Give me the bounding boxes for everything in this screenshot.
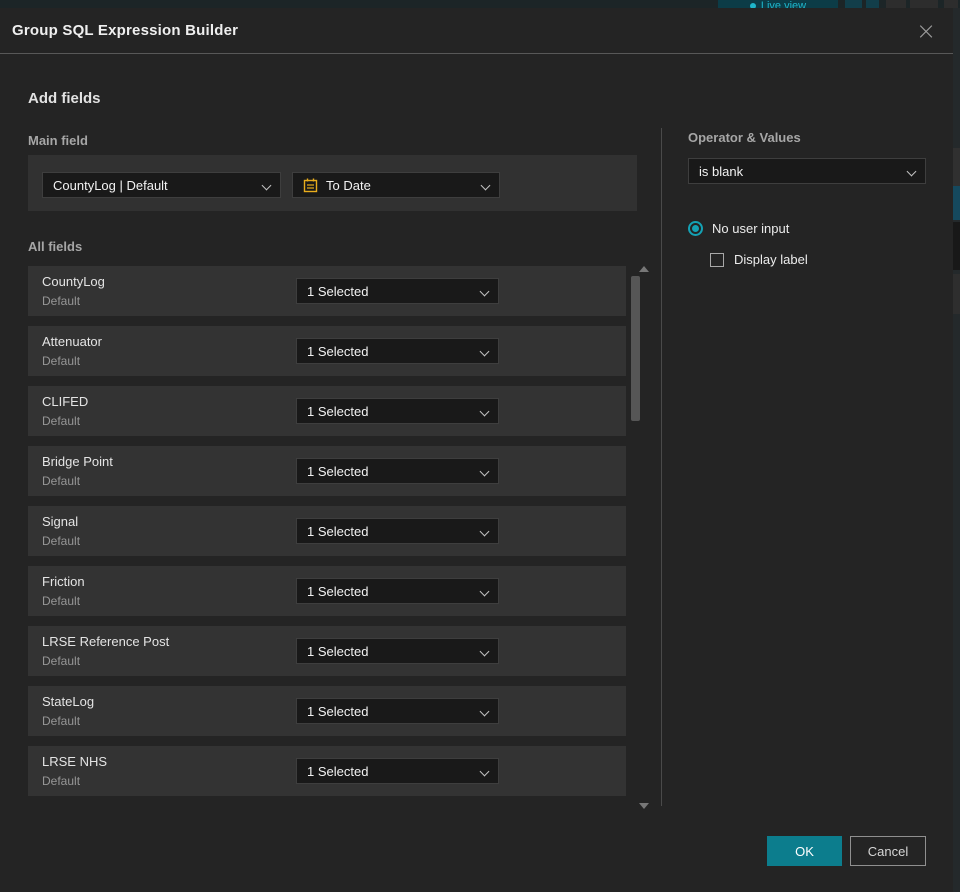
field-values-select-value: 1 Selected (307, 463, 369, 479)
chevron-down-icon (479, 706, 490, 717)
field-name: CountyLog (42, 274, 105, 289)
main-field-container: CountyLog | Default To Date (28, 155, 637, 211)
field-values-select-value: 1 Selected (307, 343, 369, 359)
display-label-checkbox[interactable]: Display label (710, 252, 808, 267)
chevron-down-icon (479, 406, 490, 417)
field-values-select[interactable]: 1 Selected (296, 698, 499, 724)
field-row: Bridge Point Default 1 Selected (28, 446, 626, 496)
add-fields-heading: Add fields (28, 90, 101, 107)
main-field-select[interactable]: CountyLog | Default (42, 172, 281, 198)
field-values-select-value: 1 Selected (307, 763, 369, 779)
field-values-select-value: 1 Selected (307, 403, 369, 419)
toolbar-button-sliver (944, 0, 958, 8)
toolbar-button-sliver (886, 0, 906, 8)
chevron-down-icon (479, 646, 490, 657)
field-name: Attenuator (42, 334, 102, 349)
ok-button[interactable]: OK (767, 836, 842, 866)
scrollbar-thumb[interactable] (631, 276, 640, 421)
calendar-icon (303, 178, 318, 193)
field-values-select[interactable]: 1 Selected (296, 278, 499, 304)
field-values-select-value: 1 Selected (307, 523, 369, 539)
chevron-down-icon (479, 766, 490, 777)
chevron-down-icon (480, 180, 491, 191)
field-row: Attenuator Default 1 Selected (28, 326, 626, 376)
field-name: LRSE NHS (42, 754, 108, 769)
field-subtitle: Default (42, 594, 81, 608)
toolbar-button-sliver (866, 0, 879, 8)
checkbox-unchecked-icon (710, 252, 724, 267)
chevron-down-icon (479, 586, 490, 597)
field-subtitle: Default (42, 294, 81, 308)
main-field-type-value: To Date (326, 177, 371, 193)
field-subtitle: Default (42, 774, 81, 788)
field-name: CLIFED (42, 394, 89, 409)
background-app-right-strip (953, 8, 960, 892)
cancel-button[interactable]: Cancel (850, 836, 926, 866)
field-values-select-value: 1 Selected (307, 703, 369, 719)
field-values-select[interactable]: 1 Selected (296, 338, 499, 364)
chevron-down-icon (479, 466, 490, 477)
scrollbar-down-icon[interactable] (639, 803, 649, 809)
chevron-down-icon (906, 166, 917, 177)
checkbox-label: Display label (734, 252, 808, 267)
field-values-select-value: 1 Selected (307, 283, 369, 299)
toolbar-button-sliver (910, 0, 938, 8)
main-field-select-value: CountyLog | Default (53, 177, 168, 193)
main-field-type-select[interactable]: To Date (292, 172, 500, 198)
dialog-title: Group SQL Expression Builder (12, 22, 239, 39)
operator-values-label: Operator & Values (688, 130, 801, 145)
operator-select[interactable]: is blank (688, 158, 926, 184)
close-icon[interactable]: × (913, 18, 939, 44)
field-row: LRSE NHS Default 1 Selected (28, 746, 626, 796)
radio-label: No user input (712, 221, 790, 236)
field-row: CLIFED Default 1 Selected (28, 386, 626, 436)
chevron-down-icon (479, 286, 490, 297)
all-fields-label: All fields (28, 239, 83, 254)
main-field-label: Main field (28, 133, 88, 148)
field-subtitle: Default (42, 474, 81, 488)
field-subtitle: Default (42, 354, 81, 368)
chevron-down-icon (479, 346, 490, 357)
field-row: CountyLog Default 1 Selected (28, 266, 626, 316)
field-subtitle: Default (42, 414, 81, 428)
live-view-button[interactable]: Live view (718, 0, 838, 8)
radio-selected-icon (688, 221, 703, 236)
field-name: LRSE Reference Post (42, 634, 170, 649)
live-view-label: Live view (760, 0, 807, 8)
field-name: Signal (42, 514, 79, 529)
dialog-header: Group SQL Expression Builder × (0, 8, 953, 54)
field-values-select[interactable]: 1 Selected (296, 458, 499, 484)
field-values-select[interactable]: 1 Selected (296, 758, 499, 784)
field-subtitle: Default (42, 714, 81, 728)
no-user-input-radio[interactable]: No user input (688, 221, 789, 236)
field-values-select[interactable]: 1 Selected (296, 398, 499, 424)
background-app-top-strip: Live view (0, 0, 960, 8)
field-row: Friction Default 1 Selected (28, 566, 626, 616)
panel-divider (661, 128, 662, 806)
field-row: LRSE Reference Post Default 1 Selected (28, 626, 626, 676)
field-name: StateLog (42, 694, 95, 709)
field-row: StateLog Default 1 Selected (28, 686, 626, 736)
chevron-down-icon (261, 180, 272, 191)
field-name: Bridge Point (42, 454, 113, 469)
field-values-select[interactable]: 1 Selected (296, 638, 499, 664)
field-values-select-value: 1 Selected (307, 643, 369, 659)
field-subtitle: Default (42, 654, 81, 668)
scrollbar-up-icon[interactable] (639, 266, 649, 272)
field-name: Friction (42, 574, 85, 589)
group-sql-expression-builder-dialog: Group SQL Expression Builder × Add field… (0, 8, 953, 892)
field-values-select[interactable]: 1 Selected (296, 518, 499, 544)
toolbar-button-sliver (845, 0, 862, 8)
chevron-down-icon (479, 526, 490, 537)
field-values-select-value: 1 Selected (307, 583, 369, 599)
operator-select-value: is blank (699, 163, 744, 179)
field-row: Signal Default 1 Selected (28, 506, 626, 556)
field-subtitle: Default (42, 534, 81, 548)
field-values-select[interactable]: 1 Selected (296, 578, 499, 604)
